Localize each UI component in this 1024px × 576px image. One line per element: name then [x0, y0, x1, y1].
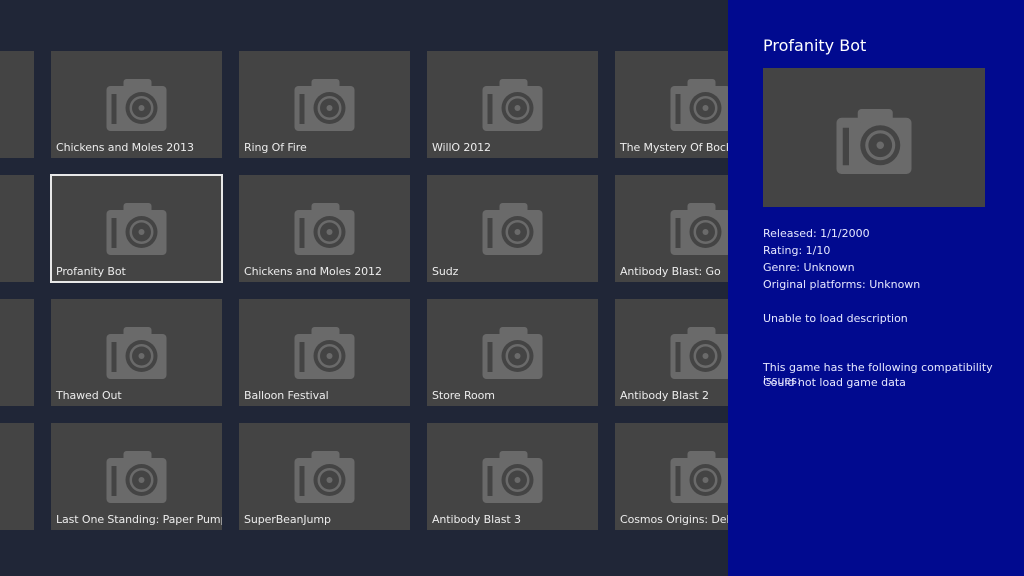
game-tile-title: Chickens and Moles 2013 — [56, 141, 194, 154]
camera-icon — [106, 327, 167, 379]
game-tile[interactable]: Last One Standing: Paper Pumpkin Apocaly… — [51, 423, 222, 530]
game-grid: Chickens and Moles 2013 Ring Of Fire WillO… — [0, 0, 728, 576]
compatibility-issue: Could not load game data — [763, 376, 906, 389]
game-tile-title: Antibody Blast: Go — [620, 265, 721, 278]
game-tile[interactable] — [0, 423, 34, 530]
camera-icon — [482, 79, 543, 131]
game-tile[interactable]: Antibody Blast 3 — [427, 423, 598, 530]
game-tile-title: The Mystery Of Bockstone — [620, 141, 728, 154]
game-tile-title: Balloon Festival — [244, 389, 329, 402]
camera-icon — [482, 327, 543, 379]
details-panel: Profanity Bot Released: 1/1/2000 Rating:… — [728, 0, 1024, 576]
camera-icon — [482, 451, 543, 503]
game-tile-title: Chickens and Moles 2012 — [244, 265, 382, 278]
camera-icon — [670, 79, 728, 131]
camera-icon — [836, 109, 912, 174]
game-tile[interactable]: Chickens and Moles 2012 — [239, 175, 410, 282]
game-tile-title: Profanity Bot — [56, 265, 126, 278]
game-tile[interactable]: WillO 2012 — [427, 51, 598, 158]
game-tile[interactable]: SuperBeanJump — [239, 423, 410, 530]
game-tile[interactable] — [0, 51, 34, 158]
game-tile[interactable]: Antibody Blast 2 — [615, 299, 728, 406]
game-tile-title: Last One Standing: Paper Pumpkin Apocaly… — [56, 513, 222, 526]
camera-icon — [670, 451, 728, 503]
details-platforms: Original platforms: Unknown — [763, 278, 921, 291]
game-tile[interactable]: Chickens and Moles 2013 — [51, 51, 222, 158]
game-tile[interactable]: Antibody Blast: Go — [615, 175, 728, 282]
game-tile-title: WillO 2012 — [432, 141, 491, 154]
game-tile[interactable]: The Mystery Of Bockstone — [615, 51, 728, 158]
camera-icon — [106, 451, 167, 503]
details-title: Profanity Bot — [763, 36, 867, 55]
camera-icon — [294, 203, 355, 255]
camera-icon — [670, 327, 728, 379]
game-tile-title: Ring Of Fire — [244, 141, 307, 154]
camera-icon — [294, 327, 355, 379]
details-rating: Rating: 1/10 — [763, 244, 831, 257]
camera-icon — [294, 451, 355, 503]
game-tile[interactable]: Store Room — [427, 299, 598, 406]
camera-icon — [106, 79, 167, 131]
details-description: Unable to load description — [763, 312, 908, 325]
game-tile[interactable]: Profanity Bot — [50, 174, 223, 283]
game-tile-title: Antibody Blast 2 — [620, 389, 709, 402]
game-tile[interactable]: Ring Of Fire — [239, 51, 410, 158]
camera-icon — [670, 203, 728, 255]
game-tile[interactable]: Thawed Out — [51, 299, 222, 406]
game-tile[interactable]: Balloon Festival — [239, 299, 410, 406]
camera-icon — [482, 203, 543, 255]
details-released: Released: 1/1/2000 — [763, 227, 870, 240]
details-genre: Genre: Unknown — [763, 261, 855, 274]
game-tile[interactable]: Sudz — [427, 175, 598, 282]
camera-icon — [106, 203, 167, 255]
game-tile[interactable]: Cosmos Origins: Delegate — [615, 423, 728, 530]
camera-icon — [294, 79, 355, 131]
details-cover-image — [763, 68, 985, 207]
game-tile-title: Antibody Blast 3 — [432, 513, 521, 526]
game-tile-title: Thawed Out — [56, 389, 122, 402]
game-tile[interactable] — [0, 299, 34, 406]
game-tile-title: Cosmos Origins: Delegate — [620, 513, 728, 526]
game-tile-title: SuperBeanJump — [244, 513, 331, 526]
game-tile-title: Sudz — [432, 265, 459, 278]
game-tile[interactable] — [0, 175, 34, 282]
game-tile-title: Store Room — [432, 389, 495, 402]
